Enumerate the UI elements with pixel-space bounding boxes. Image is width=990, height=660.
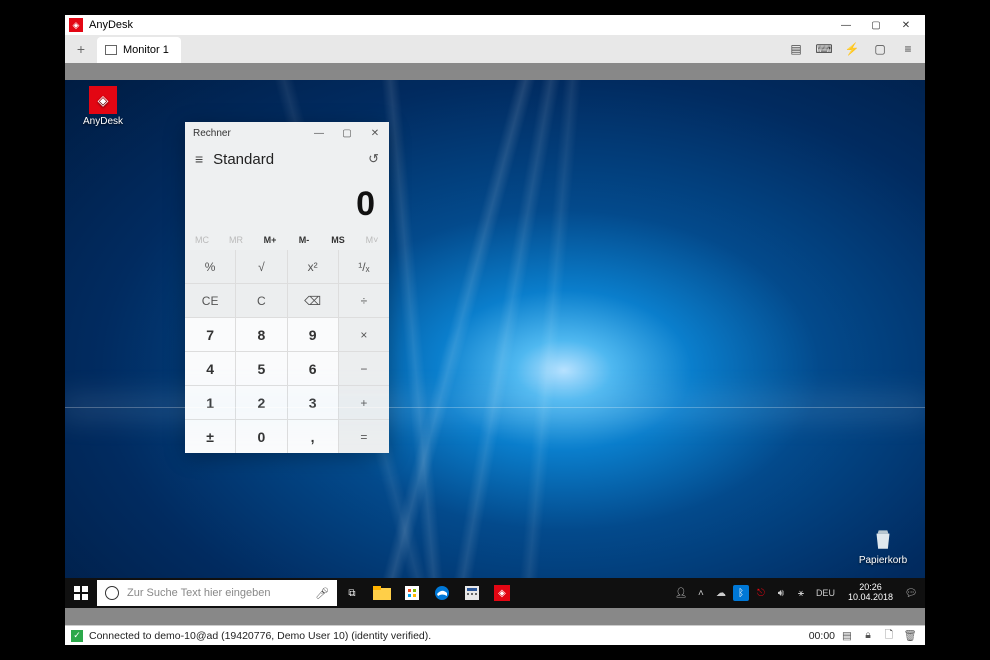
tab-monitor-1[interactable]: Monitor 1 (97, 37, 181, 63)
tray-people-icon[interactable]: 👤︎ (673, 585, 689, 601)
tray-date: 10.04.2018 (848, 593, 893, 603)
chat-icon[interactable]: ▤ (783, 38, 809, 60)
display-icon[interactable]: ▢ (867, 38, 893, 60)
calc-key-=[interactable]: = (339, 420, 389, 453)
calc-key-6[interactable]: 6 (288, 352, 338, 385)
taskbar: Zur Suche Text hier eingeben 🎤︎ ⧉ ◈ 👤︎ ˄… (65, 578, 925, 608)
calc-key-8[interactable]: 8 (236, 318, 286, 351)
tray-chevron-up-icon[interactable]: ˄ (693, 585, 709, 601)
anydesk-logo-icon: ◈ (69, 18, 83, 32)
search-placeholder: Zur Suche Text hier eingeben (127, 587, 271, 599)
calculator-keypad: %√x²¹/ₓ CEC⌫÷ 789× 456− 123+ ±0,= (185, 250, 389, 453)
calc-key-7[interactable]: 7 (185, 318, 235, 351)
status-elapsed: 00:00 (809, 630, 835, 642)
remote-desktop[interactable]: ◈ AnyDesk Papierkorb Rechner — ▢ ✕ (65, 80, 925, 608)
status-lock-icon[interactable]: 🔒︎ (859, 628, 877, 644)
calc-key-3[interactable]: 3 (288, 386, 338, 419)
status-bar: ✓ Connected to demo-10@ad (19420776, Dem… (65, 625, 925, 645)
calculator-history-icon[interactable]: ↺ (368, 151, 379, 167)
menu-icon[interactable]: ≡ (895, 38, 921, 60)
calc-key-%[interactable]: % (185, 250, 235, 283)
taskbar-app-edge[interactable] (427, 578, 457, 608)
microphone-icon[interactable]: 🎤︎ (315, 587, 329, 600)
calculator-title-bar: Rechner — ▢ ✕ (185, 122, 389, 144)
search-box[interactable]: Zur Suche Text hier eingeben 🎤︎ (97, 580, 337, 606)
status-chat-icon[interactable]: ▤ (838, 628, 856, 644)
mem-mc[interactable]: MC (185, 230, 219, 250)
window-title: AnyDesk (89, 19, 133, 31)
calc-key-9[interactable]: 9 (288, 318, 338, 351)
status-verified-icon: ✓ (71, 630, 83, 642)
calc-key-x²[interactable]: x² (288, 250, 338, 283)
monitor-icon (105, 45, 117, 55)
taskbar-app-explorer[interactable] (367, 578, 397, 608)
calculator-minimize-button[interactable]: — (305, 122, 333, 144)
calculator-maximize-button[interactable]: ▢ (333, 122, 361, 144)
calc-key-+[interactable]: + (339, 386, 389, 419)
cortana-icon (105, 586, 119, 600)
title-bar: ◈ AnyDesk — ▢ ✕ (65, 15, 925, 35)
tray-security-icon[interactable]: ⎋ (753, 585, 769, 601)
calc-key-2[interactable]: 2 (236, 386, 286, 419)
tray-onedrive-icon[interactable]: ☁ (713, 585, 729, 601)
taskbar-app-store[interactable] (397, 578, 427, 608)
mem-mplus[interactable]: M+ (253, 230, 287, 250)
calculator-memory-row: MC MR M+ M- MS M˅ (185, 230, 389, 250)
calc-key-0[interactable]: 0 (236, 420, 286, 453)
anydesk-window: ◈ AnyDesk — ▢ ✕ + Monitor 1 ▤ ⌨ ⚡ ▢ ≡ ◈ … (65, 15, 925, 645)
calc-key-4[interactable]: 4 (185, 352, 235, 385)
tray-volume-icon[interactable]: 🔊︎ (773, 585, 789, 601)
desktop-icon-label: Papierkorb (855, 555, 911, 566)
actions-icon[interactable]: ⚡ (839, 38, 865, 60)
calculator-title: Rechner (193, 128, 231, 139)
tray-bluetooth-icon[interactable]: ᛒ (733, 585, 749, 601)
taskbar-app-anydesk[interactable]: ◈ (487, 578, 517, 608)
mem-ms[interactable]: MS (321, 230, 355, 250)
calc-key-5[interactable]: 5 (236, 352, 286, 385)
desktop-icon-recycle-bin[interactable]: Papierkorb (855, 525, 911, 566)
calc-key-¹/ₓ[interactable]: ¹/ₓ (339, 250, 389, 283)
status-clipboard-icon[interactable]: 🗑 (901, 628, 919, 644)
calculator-menu-icon[interactable]: ≡ (195, 151, 203, 167)
calc-key-−[interactable]: − (339, 352, 389, 385)
task-view-button[interactable]: ⧉ (337, 578, 367, 608)
remote-viewport: ◈ AnyDesk Papierkorb Rechner — ▢ ✕ (65, 63, 925, 625)
calculator-display: 0 (185, 174, 389, 230)
calc-key-⌫[interactable]: ⌫ (288, 284, 338, 317)
calc-key-,[interactable]: , (288, 420, 338, 453)
calc-key-CE[interactable]: CE (185, 284, 235, 317)
anydesk-app-icon: ◈ (89, 86, 117, 114)
calc-key-×[interactable]: × (339, 318, 389, 351)
calculator-window: Rechner — ▢ ✕ ≡ Standard ↺ 0 MC MR M+ M- (185, 122, 389, 453)
tray-language[interactable]: DEU (813, 588, 838, 598)
mem-mr[interactable]: MR (219, 230, 253, 250)
calculator-mode: Standard (213, 151, 274, 168)
calc-key-±[interactable]: ± (185, 420, 235, 453)
desktop-icon-label: AnyDesk (75, 116, 131, 127)
tray-clock[interactable]: 20:26 10.04.2018 (842, 583, 899, 603)
status-file-icon[interactable]: 🗋 (880, 628, 898, 644)
recycle-bin-icon (869, 525, 897, 553)
start-button[interactable] (65, 578, 97, 608)
calc-key-√[interactable]: √ (236, 250, 286, 283)
mem-mlist[interactable]: M˅ (355, 230, 389, 250)
minimize-button[interactable]: — (831, 16, 861, 34)
desktop-icon-anydesk[interactable]: ◈ AnyDesk (75, 86, 131, 127)
close-button[interactable]: ✕ (891, 16, 921, 34)
maximize-button[interactable]: ▢ (861, 16, 891, 34)
tab-bar: + Monitor 1 ▤ ⌨ ⚡ ▢ ≡ (65, 35, 925, 63)
taskbar-app-calculator[interactable] (457, 578, 487, 608)
calc-key-÷[interactable]: ÷ (339, 284, 389, 317)
tray-wifi-icon[interactable]: ⚹ (793, 585, 809, 601)
tab-label: Monitor 1 (123, 44, 169, 56)
calc-key-1[interactable]: 1 (185, 386, 235, 419)
calc-key-C[interactable]: C (236, 284, 286, 317)
new-tab-button[interactable]: + (69, 37, 93, 61)
calculator-close-button[interactable]: ✕ (361, 122, 389, 144)
tray-notifications-icon[interactable]: 💬︎ (903, 585, 919, 601)
mem-mminus[interactable]: M- (287, 230, 321, 250)
status-text: Connected to demo-10@ad (19420776, Demo … (89, 630, 431, 642)
keyboard-icon[interactable]: ⌨ (811, 38, 837, 60)
